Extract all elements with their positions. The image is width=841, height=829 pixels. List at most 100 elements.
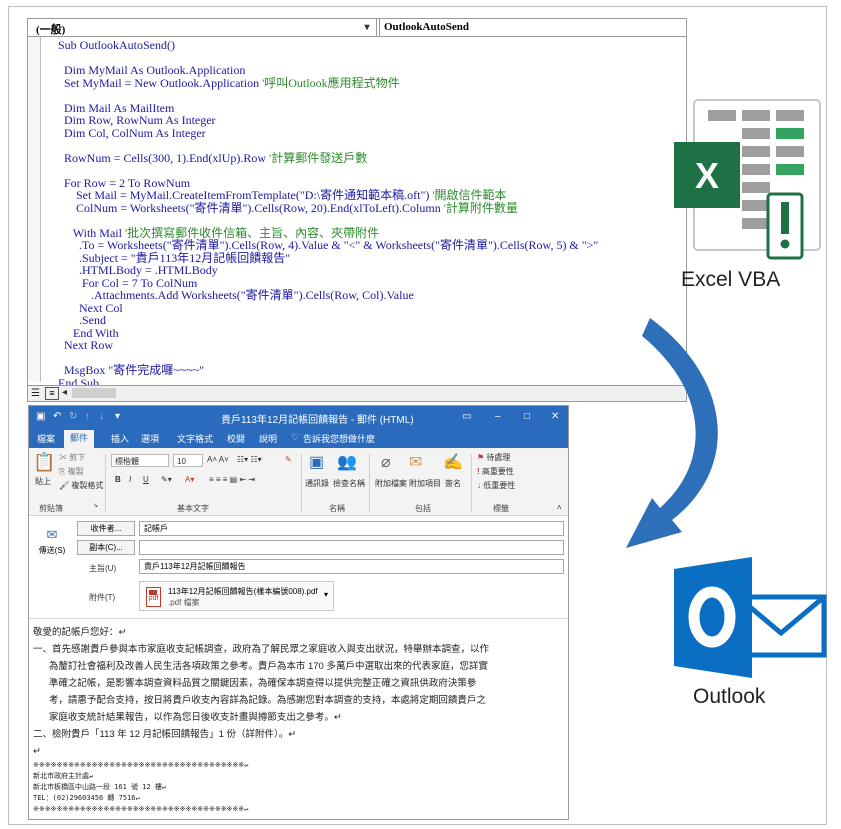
signature-line: ※※※※※※※※※※※※※※※※※※※※※※※※※※※※※※※※※※※※↵ — [33, 805, 249, 813]
bullets-icon[interactable]: ☷▾ ☷▾ — [237, 455, 262, 464]
envelope-icon[interactable]: ✉ — [409, 452, 422, 472]
flag-icon: ⚑ — [477, 453, 485, 462]
low-importance-button[interactable]: ↓ 低重要性 — [477, 480, 515, 491]
signature-line: TEL：(02)29603456 轉 7516↵ — [33, 794, 140, 802]
minimize-icon[interactable]: – — [495, 411, 501, 422]
attach-item-button[interactable]: 附加項目 — [409, 478, 441, 489]
ribbon: 📋 貼上 ✂ 剪下 ⎘ 複製 🖌 複製格式 剪貼簿 ↘ 標楷體 10 A˄ A˅… — [29, 448, 568, 516]
clear-formatting-icon[interactable]: ✎ — [285, 455, 292, 464]
outlook-compose-window: ▣ ↶ ↻ ↑ ↓ ▾ 貴戶113年12月記帳回饋報告 - 郵件 (HTML) … — [28, 405, 569, 820]
cc-button[interactable]: 副本(C)... — [77, 540, 135, 555]
code-text: Next Row — [58, 338, 113, 352]
body-line: ↵ — [33, 746, 41, 757]
tab-message[interactable]: 郵件 — [64, 430, 95, 448]
send-button[interactable]: ✉ 傳送(S) — [37, 526, 67, 566]
divider — [301, 454, 302, 512]
chevron-down-icon[interactable]: ▾ — [360, 19, 374, 36]
copy-button[interactable]: ⎘ 複製 — [59, 466, 84, 477]
procedure-combo[interactable]: OutlookAutoSend — [384, 21, 469, 33]
full-module-view-icon[interactable]: ≡ — [45, 387, 59, 400]
attachment-label: 附件(T) — [89, 593, 116, 602]
send-icon: ✉ — [46, 527, 58, 542]
body-line: 考，請惠予配合支持，按日將貴戶收支內容詳為記錄。為感謝您對本調查的支持，本處將定… — [33, 695, 486, 706]
paperclip-icon[interactable]: ⌀ — [381, 452, 391, 472]
tab-insert[interactable]: 插入 — [111, 432, 129, 445]
collapse-ribbon-icon[interactable]: ˄ — [557, 503, 562, 512]
body-line: 準確之記帳，是影響本調查資料品質之關鍵因素，為確保本調查得以提供完整正確之資訊供… — [33, 678, 477, 689]
close-icon[interactable]: ✕ — [551, 411, 559, 422]
dialog-launcher-icon[interactable]: ↘ — [93, 502, 98, 509]
align-icons[interactable]: ≡ ≡ ≡ ▤ ⇤ ⇥ — [209, 475, 255, 484]
group-basic-text: 基本文字 — [177, 504, 209, 513]
maximize-icon[interactable]: □ — [524, 411, 530, 422]
horizontal-scrollbar[interactable] — [72, 388, 116, 398]
check-names-button[interactable]: 檢查名稱 — [333, 478, 365, 489]
code-text: RowNum = Cells(300, 1).End(xlUp).Row — [58, 150, 270, 165]
up-icon[interactable]: ↑ — [85, 411, 90, 422]
header-divider — [29, 618, 568, 619]
group-names: 名稱 — [329, 504, 345, 513]
object-combo[interactable]: (一般) — [36, 21, 65, 37]
address-book-icon[interactable]: ▣ — [309, 452, 324, 472]
attachment-chip[interactable]: pdf 113年12月記帳回饋報告(樣本編號008).pdf .pdf 檔案 ▾ — [139, 581, 334, 611]
outlook-icon — [674, 557, 827, 678]
font-color-icon[interactable]: A▾ — [185, 475, 194, 484]
cc-field[interactable] — [139, 540, 564, 555]
ribbon-display-icon[interactable]: ▭ — [462, 411, 471, 422]
code-margin — [28, 37, 41, 382]
body-line: 為釐訂社會福利及改善人民生活各項政策之參考。貴戶為本市 170 多萬戶中選取出來… — [33, 661, 488, 672]
vba-code-window: (一般) ▾ OutlookAutoSend Sub OutlookAutoSe… — [27, 18, 687, 402]
window-title: 貴戶113年12月記帳回饋報告 - 郵件 (HTML) — [221, 415, 414, 426]
code-text: ColNum = Worksheets("寄件清單").Cells(Row, 2… — [58, 200, 444, 215]
code-line: Next Row — [58, 339, 113, 352]
to-field[interactable]: 記帳戶 — [139, 521, 564, 536]
scroll-left-icon[interactable]: ◂ — [62, 387, 67, 398]
font-size-select[interactable]: 10 — [173, 454, 203, 467]
down-icon[interactable]: ↓ — [99, 411, 104, 422]
low-importance-label: 低重要性 — [483, 481, 516, 490]
address-book-button[interactable]: 通訊錄 — [305, 478, 329, 489]
tab-format-text[interactable]: 文字格式 — [177, 432, 213, 445]
divider — [105, 454, 106, 512]
curved-arrow-icon — [626, 318, 718, 548]
body-line: 敬愛的記帳戶您好：↵ — [33, 627, 127, 638]
signature-line: 新北市板橋區中山路一段 161 號 12 樓↵ — [33, 783, 167, 791]
check-names-icon[interactable]: 👥 — [337, 452, 357, 472]
title-bar: ▣ ↶ ↻ ↑ ↓ ▾ 貴戶113年12月記帳回饋報告 - 郵件 (HTML) … — [29, 406, 568, 428]
code-editor[interactable]: Sub OutlookAutoSend() Dim MyMail As Outl… — [58, 39, 686, 389]
font-name-select[interactable]: 標楷體 — [111, 454, 169, 467]
italic-button[interactable]: I — [129, 475, 131, 484]
paste-icon[interactable]: 📋 — [33, 452, 55, 473]
tab-help[interactable]: 說明 — [259, 432, 277, 445]
tab-review[interactable]: 校閱 — [227, 432, 245, 445]
to-button[interactable]: 收件者... — [77, 521, 135, 536]
vba-status-bar: ☰ ≡ ◂ — [28, 385, 686, 401]
down-arrow-icon: ↓ — [477, 481, 481, 490]
format-painter-button[interactable]: 🖌 複製格式 — [59, 480, 103, 491]
high-importance-button[interactable]: ! 高重要性 — [477, 466, 514, 477]
subject-field[interactable]: 貴戶113年12月記帳回饋報告 — [139, 559, 564, 574]
follow-up-button[interactable]: ⚑ 待處理 — [477, 452, 510, 463]
tell-me-search[interactable]: 告訴我您想做什麼 — [303, 432, 375, 445]
tab-options[interactable]: 選項 — [141, 432, 159, 445]
cut-button[interactable]: ✂ 剪下 — [59, 452, 85, 463]
code-line: Sub OutlookAutoSend() — [58, 39, 175, 52]
signature-icon[interactable]: ✍ — [443, 452, 463, 472]
attachment-menu-icon[interactable]: ▾ — [324, 590, 328, 599]
highlight-icon[interactable]: ✎▾ — [161, 475, 172, 484]
ribbon-tabs: 檔案 郵件 插入 選項 文字格式 校閱 說明 ♡ 告訴我您想做什麼 — [29, 428, 568, 448]
paste-button[interactable]: 貼上 — [35, 476, 51, 487]
tab-file[interactable]: 檔案 — [37, 432, 55, 445]
redo-icon[interactable]: ↻ — [69, 411, 77, 422]
attach-file-button[interactable]: 附加檔案 — [375, 478, 407, 489]
signature-button[interactable]: 簽名 — [445, 478, 461, 489]
save-icon[interactable]: ▣ — [36, 411, 45, 422]
underline-button[interactable]: U — [143, 475, 149, 484]
exclamation-icon: ! — [477, 467, 480, 476]
bold-button[interactable]: B — [115, 475, 121, 484]
undo-icon[interactable]: ↶ — [53, 411, 61, 422]
procedure-view-icon[interactable]: ☰ — [31, 388, 40, 399]
vba-combo-bar: (一般) ▾ OutlookAutoSend — [28, 19, 686, 37]
customize-icon[interactable]: ▾ — [115, 411, 120, 422]
grow-font-icon[interactable]: A˄ A˅ — [207, 455, 229, 464]
